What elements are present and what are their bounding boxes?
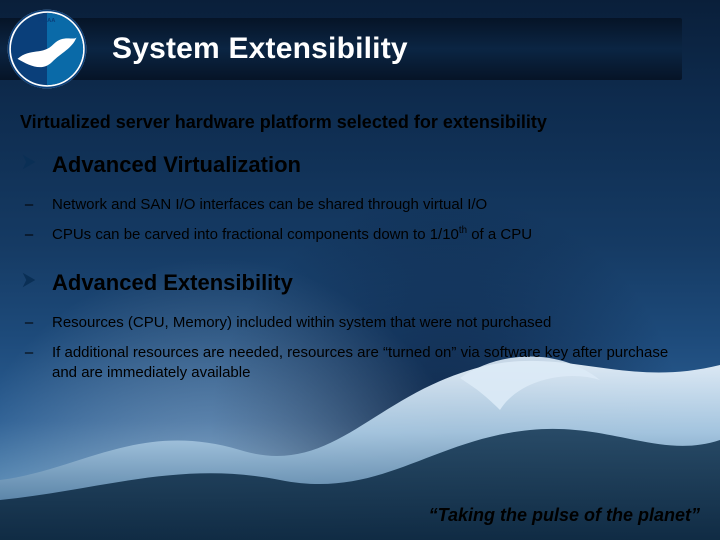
section-heading: Advanced Virtualization <box>52 151 301 179</box>
section-heading: Advanced Extensibility <box>52 269 293 297</box>
bullet-text: Resources (CPU, Memory) included within … <box>52 313 551 333</box>
bullet-text-span: CPUs can be carved into fractional compo… <box>52 226 532 243</box>
slide-body: Virtualized server hardware platform sel… <box>20 112 690 393</box>
bullet-text: Network and SAN I/O interfaces can be sh… <box>52 195 487 215</box>
logo-text: NOAA <box>39 18 56 24</box>
arrow-bullet-icon <box>20 153 38 171</box>
bullet-row: – Resources (CPU, Memory) included withi… <box>20 313 690 333</box>
dash-bullet-icon: – <box>20 343 38 363</box>
bullet-row: – Network and SAN I/O interfaces can be … <box>20 195 690 215</box>
bullet-text: CPUs can be carved into fractional compo… <box>52 225 532 245</box>
noaa-logo: NOAA <box>6 8 88 90</box>
bullet-text: If additional resources are needed, reso… <box>52 343 690 384</box>
section-row: Advanced Virtualization <box>20 151 690 179</box>
slide: NOAA System Extensibility Virtualized se… <box>0 0 720 540</box>
dash-bullet-icon: – <box>20 313 38 333</box>
bullet-row: – CPUs can be carved into fractional com… <box>20 225 690 245</box>
slide-subtitle: Virtualized server hardware platform sel… <box>20 112 690 133</box>
section-row: Advanced Extensibility <box>20 269 690 297</box>
slide-title: System Extensibility <box>112 32 408 66</box>
title-bar: System Extensibility <box>0 18 682 80</box>
dash-bullet-icon: – <box>20 195 38 215</box>
arrow-bullet-icon <box>20 271 38 289</box>
bullet-row: – If additional resources are needed, re… <box>20 343 690 384</box>
dash-bullet-icon: – <box>20 225 38 245</box>
tagline: “Taking the pulse of the planet” <box>429 505 700 526</box>
